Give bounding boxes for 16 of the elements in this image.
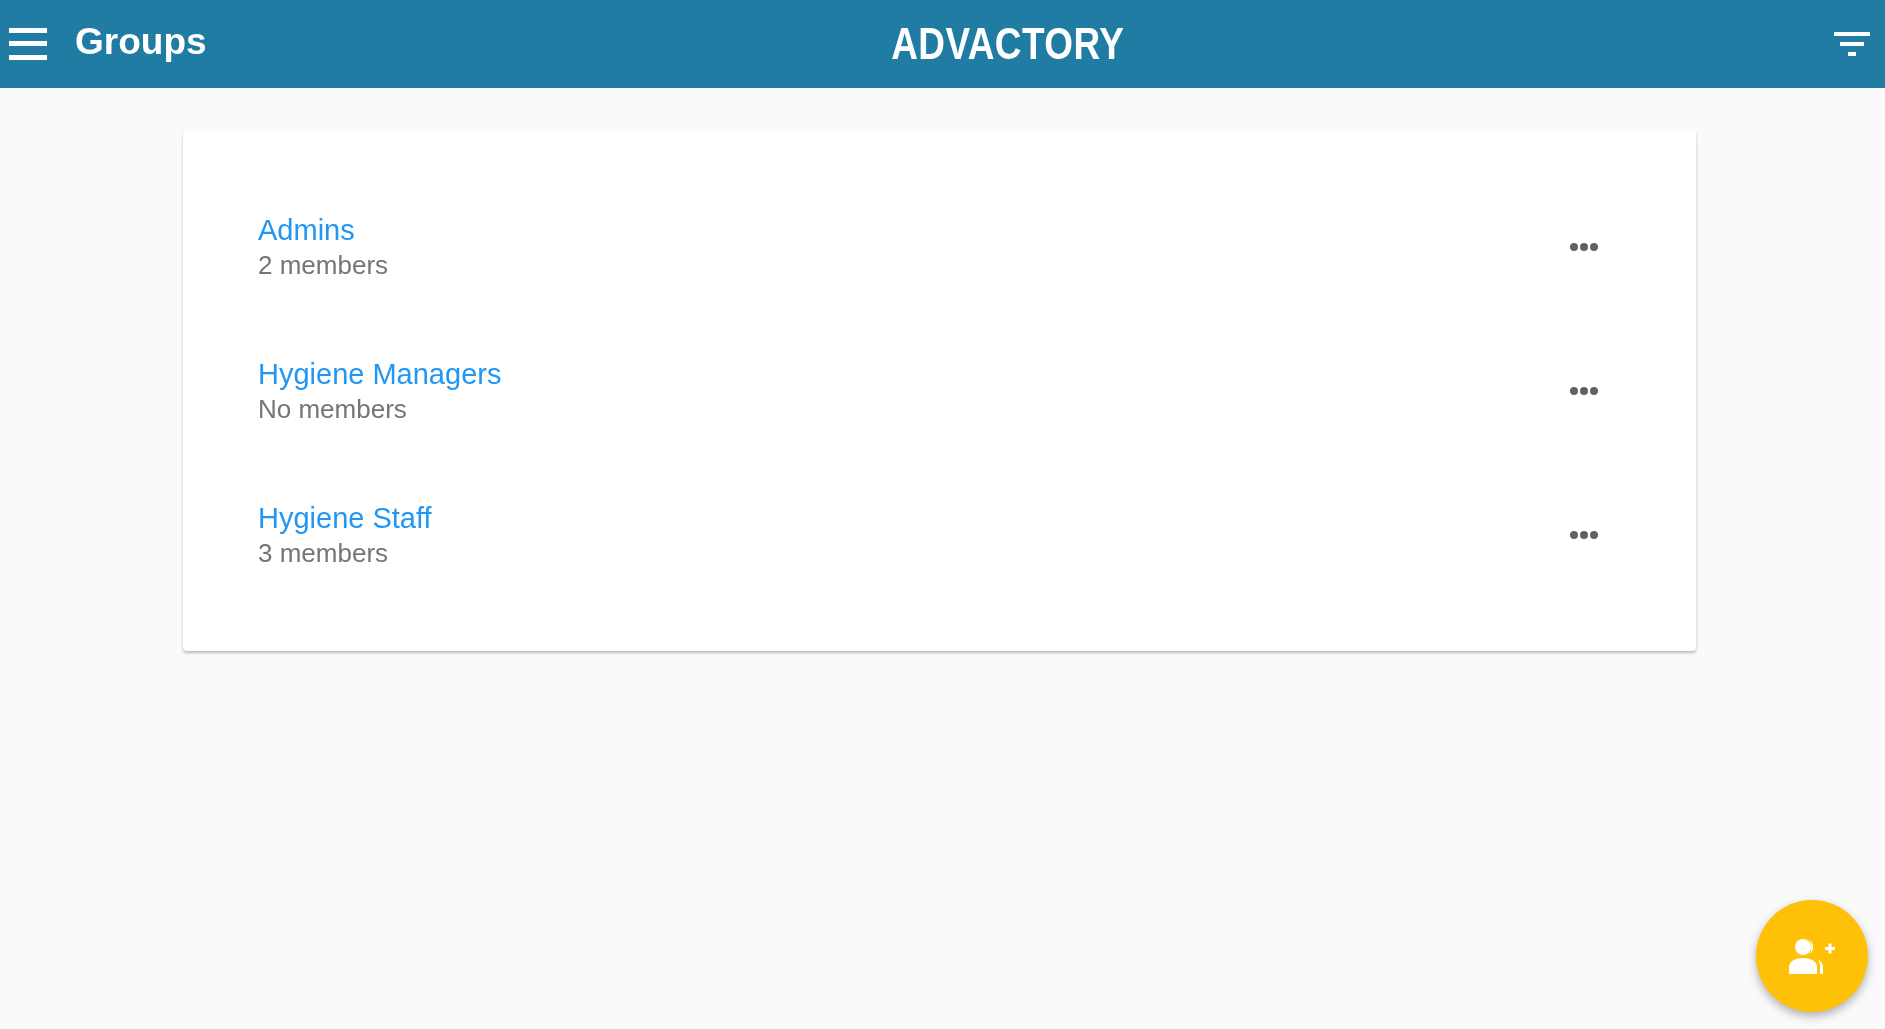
menu-icon (9, 28, 47, 60)
member-count: No members (258, 392, 407, 426)
menu-button[interactable] (9, 28, 47, 60)
group-name-link[interactable]: Admins (258, 212, 355, 248)
more-horizontal-icon (1570, 531, 1598, 539)
group-name-link[interactable]: Hygiene Managers (258, 356, 502, 392)
member-count: 2 members (258, 248, 389, 282)
more-horizontal-icon (1570, 243, 1598, 251)
app-logo: ADVACTORY (890, 22, 1125, 66)
add-person-icon (1789, 938, 1835, 974)
filter-icon (1834, 32, 1870, 56)
member-count: 3 members (258, 536, 389, 570)
filter-button[interactable] (1834, 32, 1870, 56)
group-name-link[interactable]: Hygiene Staff (258, 500, 432, 536)
more-horizontal-icon (1570, 387, 1598, 395)
page-title: Groups (75, 22, 207, 60)
